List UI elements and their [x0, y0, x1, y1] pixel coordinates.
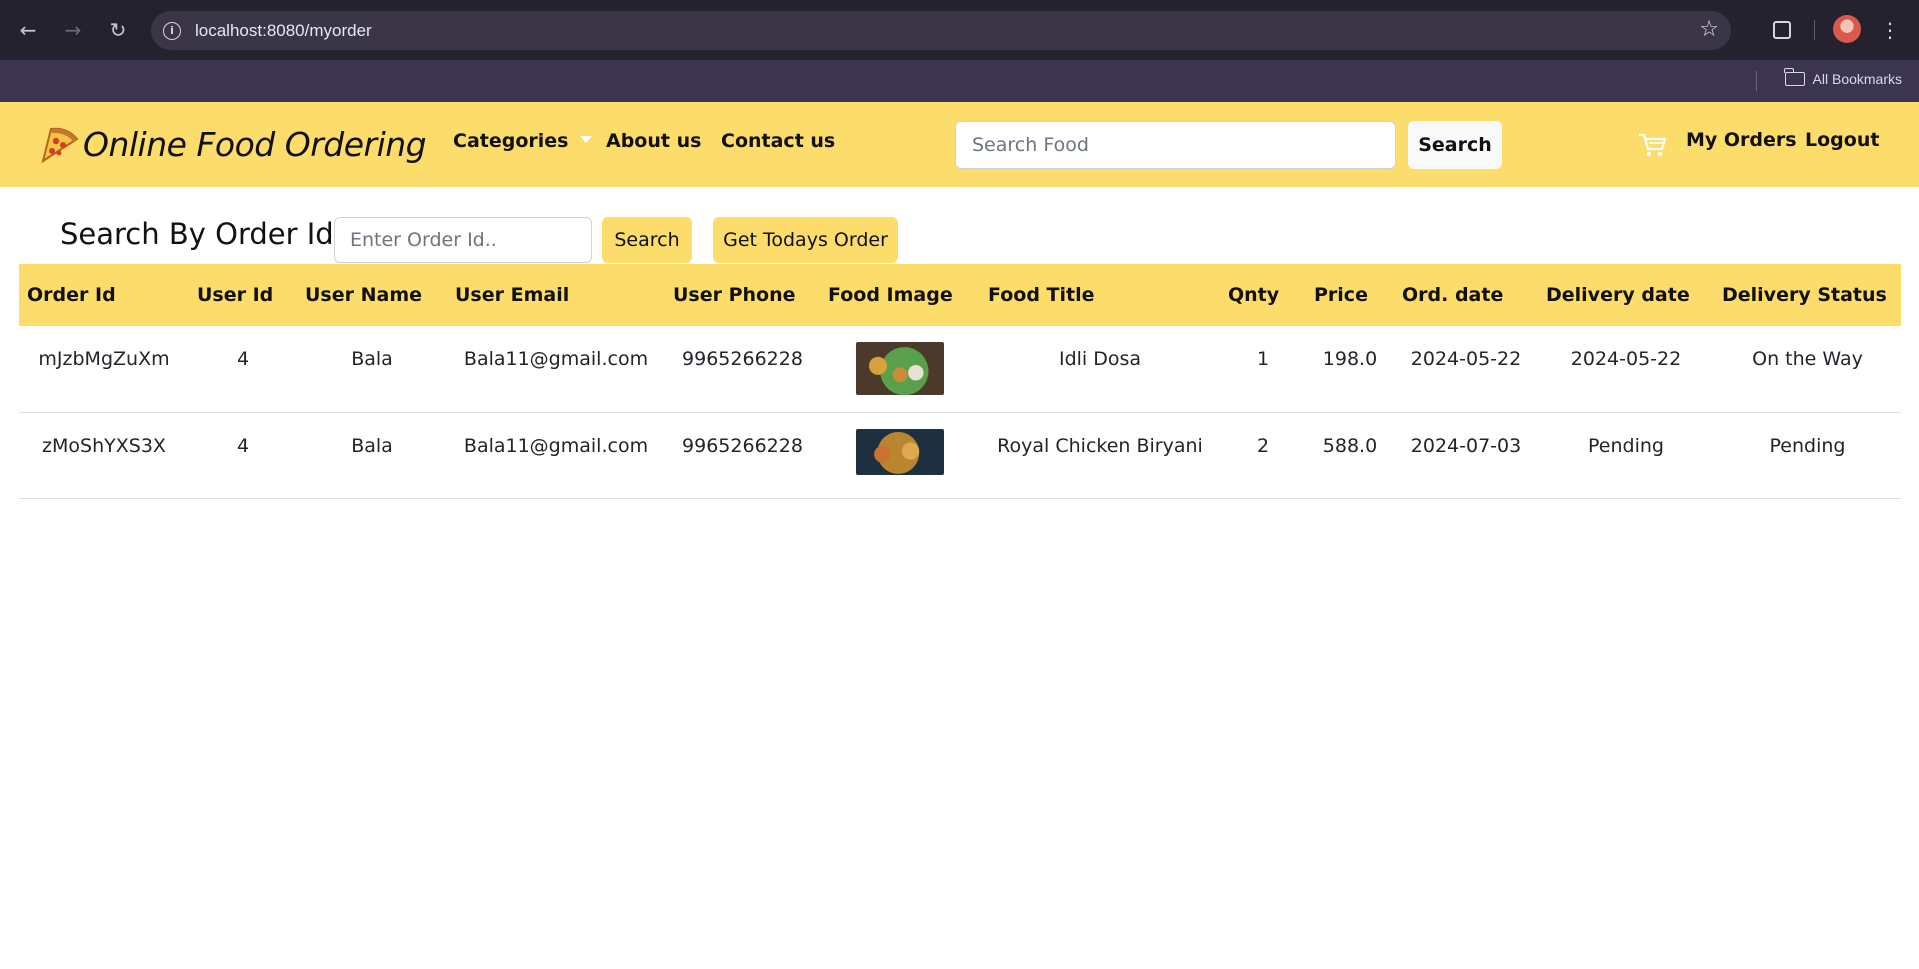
cell-food-title: Idli Dosa: [1058, 348, 1142, 370]
col-user-name: User Name: [305, 284, 423, 306]
cell-user-email: Bala11@gmail.com: [463, 434, 649, 457]
toolbar-divider: [1814, 20, 1815, 40]
idli-dosa-image: [856, 342, 944, 395]
chicken-biryani-image: [856, 428, 944, 475]
all-bookmarks-button[interactable]: All Bookmarks: [1783, 68, 1902, 87]
cell-food-title: Royal Chicken Biryani: [997, 434, 1203, 457]
folder-icon: [1783, 68, 1805, 86]
site-info-icon[interactable]: i: [159, 18, 185, 44]
cell-qnty: 1: [1256, 348, 1270, 370]
orders-table: Order Id User Id User Name User Email Us…: [19, 264, 1901, 499]
cell-price: 198.0: [1322, 348, 1378, 370]
nav-categories-label: Categories: [453, 130, 569, 152]
address-bar[interactable]: i localhost:8080/myorder ☆: [151, 11, 1731, 50]
order-id-input[interactable]: Enter Order Id..: [334, 217, 592, 263]
my-orders-link[interactable]: My Orders: [1686, 129, 1797, 151]
nav-about-link[interactable]: About us: [606, 130, 701, 152]
brand-title: Online Food Ordering: [83, 124, 427, 164]
cell-order-date: 2024-05-22: [1410, 348, 1522, 370]
col-qnty: Qnty: [1228, 284, 1280, 306]
cart-icon[interactable]: [1637, 130, 1667, 160]
bookmarks-divider: [1756, 71, 1757, 91]
cell-price: 588.0: [1322, 434, 1378, 457]
site-navbar: Online Food Ordering Categories About us…: [0, 102, 1919, 187]
col-delivery-status: Delivery Status: [1722, 284, 1887, 306]
col-order-date: Ord. date: [1402, 284, 1504, 306]
col-order-id: Order Id: [27, 284, 116, 306]
menu-kebab-icon[interactable]: ⋮: [1880, 16, 1900, 44]
reload-icon[interactable]: ↻: [104, 16, 132, 44]
search-food-button[interactable]: Search: [1408, 121, 1502, 169]
todays-order-button[interactable]: Get Todays Order: [713, 217, 898, 263]
search-food-input[interactable]: Search Food: [955, 121, 1396, 169]
col-user-phone: User Phone: [673, 284, 796, 306]
extensions-icon[interactable]: [1768, 16, 1796, 44]
cell-user-id: 4: [236, 348, 250, 370]
nav-categories-dropdown[interactable]: Categories: [453, 130, 593, 152]
order-search-button[interactable]: Search: [602, 217, 692, 263]
nav-contact-link[interactable]: Contact us: [721, 130, 835, 152]
forward-arrow-icon[interactable]: →: [59, 16, 87, 44]
url-text[interactable]: localhost:8080/myorder: [195, 21, 372, 41]
cell-food-image: [820, 326, 980, 412]
cell-delivery-date: 2024-05-22: [1570, 348, 1682, 370]
table-row: mJzbMgZuXm 4 Bala Bala11@gmail.com 99652…: [19, 326, 1901, 412]
cell-delivery-date: Pending: [1588, 434, 1664, 457]
table-row: zMoShYXS3X 4 Bala Bala11@gmail.com 99652…: [19, 412, 1901, 498]
order-search-bar: Search By Order Id Enter Order Id.. Sear…: [0, 215, 1919, 265]
col-price: Price: [1314, 284, 1368, 306]
caret-down-icon: [580, 136, 593, 143]
cell-qnty: 2: [1256, 434, 1270, 457]
pizza-icon: [37, 121, 83, 167]
col-food-title: Food Title: [988, 284, 1095, 306]
cell-user-id: 4: [236, 434, 250, 457]
cell-order-date: 2024-07-03: [1410, 434, 1522, 457]
back-arrow-icon[interactable]: ←: [14, 16, 42, 44]
cell-user-phone: 9965266228: [682, 348, 803, 370]
col-user-id: User Id: [197, 284, 274, 306]
col-user-email: User Email: [455, 284, 570, 306]
all-bookmarks-label: All Bookmarks: [1812, 71, 1902, 87]
cell-food-image: [820, 412, 980, 498]
bookmark-star-icon[interactable]: ☆: [1699, 17, 1719, 42]
table-header-row: Order Id User Id User Name User Email Us…: [19, 264, 1901, 326]
cell-user-email: Bala11@gmail.com: [463, 348, 649, 370]
cell-user-name: Bala: [351, 434, 393, 457]
cell-order-id: mJzbMgZuXm: [38, 348, 170, 370]
cell-delivery-status: On the Way: [1752, 348, 1863, 370]
brand-link[interactable]: Online Food Ordering: [37, 121, 427, 167]
order-search-title: Search By Order Id: [60, 217, 334, 251]
cell-order-id: zMoShYXS3X: [42, 434, 166, 457]
col-delivery-date: Delivery date: [1546, 284, 1690, 306]
cell-delivery-status: Pending: [1769, 434, 1846, 457]
cell-user-phone: 9965266228: [682, 434, 803, 457]
cell-user-name: Bala: [351, 348, 393, 370]
profile-avatar[interactable]: [1833, 15, 1861, 43]
bookmarks-bar: All Bookmarks: [0, 60, 1919, 102]
browser-toolbar: ← → ↻ i localhost:8080/myorder ☆ ⋮: [0, 0, 1919, 60]
col-food-image: Food Image: [828, 284, 953, 306]
logout-link[interactable]: Logout: [1805, 129, 1879, 151]
